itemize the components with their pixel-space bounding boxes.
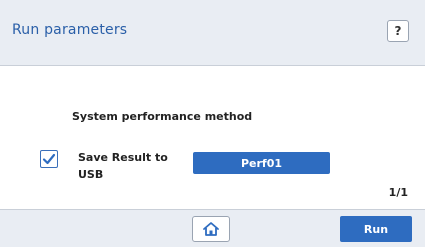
- page-indicator: 1/1: [388, 186, 408, 199]
- run-parameters-screen: Run parameters ? System performance meth…: [0, 0, 425, 247]
- save-result-label: Save Result to USB: [78, 151, 168, 181]
- checkmark-icon: [42, 153, 56, 165]
- method-label: System performance method: [72, 110, 253, 123]
- save-result-checkbox[interactable]: [40, 150, 58, 168]
- help-button[interactable]: ?: [387, 20, 409, 42]
- method-select-button[interactable]: Perf01: [193, 152, 330, 174]
- run-button[interactable]: Run: [340, 216, 412, 242]
- footer-bar: Run: [0, 209, 425, 247]
- home-button[interactable]: [192, 216, 230, 242]
- main-content: System performance method Save Result to…: [0, 66, 425, 209]
- page-title: Run parameters: [12, 22, 128, 38]
- home-icon: [203, 222, 219, 236]
- title-bar: Run parameters ?: [0, 0, 425, 66]
